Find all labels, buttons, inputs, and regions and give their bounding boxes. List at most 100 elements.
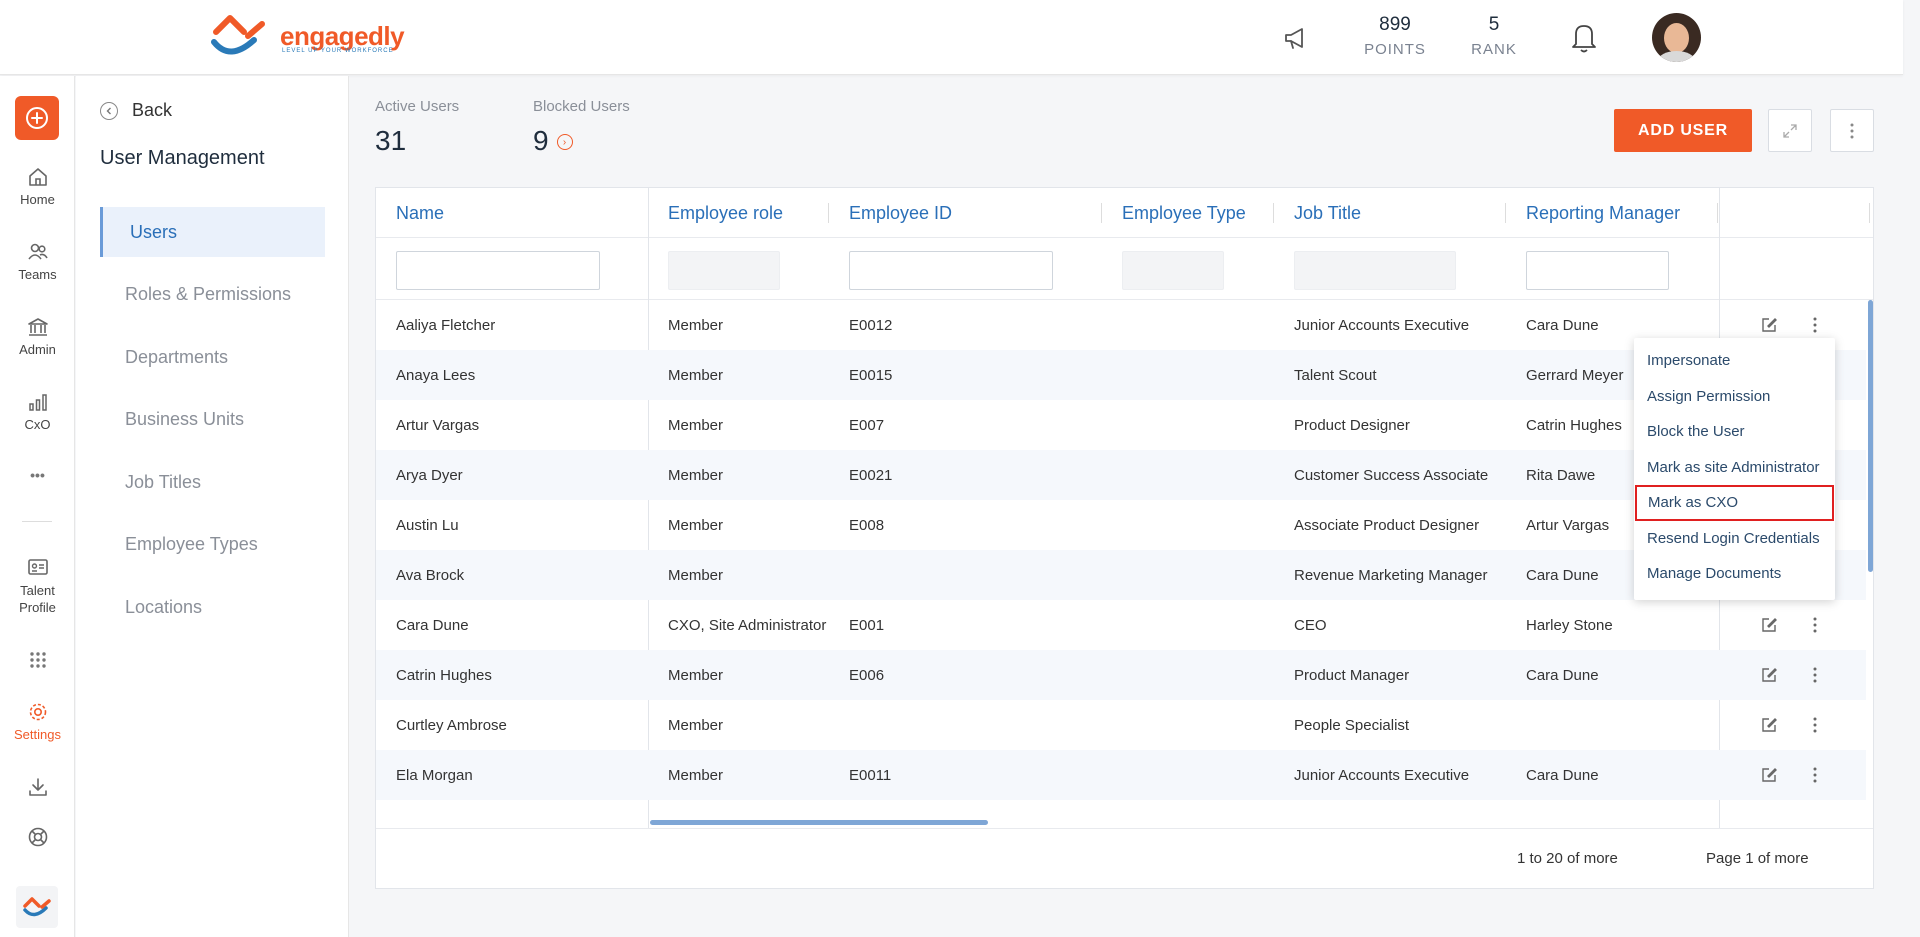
megaphone-icon[interactable] <box>1282 24 1310 52</box>
rail-brand-logo[interactable] <box>16 886 58 928</box>
kebab-icon[interactable] <box>1812 715 1818 735</box>
active-users-stat[interactable]: Active Users 31 <box>375 98 459 157</box>
cell-title: CEO <box>1294 616 1327 634</box>
menu-item-assign-permission[interactable]: Assign Permission <box>1634 379 1835 415</box>
rail-item-settings[interactable]: Settings <box>0 701 75 742</box>
rail-item-admin[interactable]: Admin <box>0 316 75 357</box>
back-link[interactable]: Back <box>100 100 172 121</box>
rail-item-home[interactable]: Home <box>0 166 75 207</box>
sidebar-title: User Management <box>100 147 265 169</box>
admin-icon <box>27 318 48 336</box>
more-options-button[interactable] <box>1830 109 1874 152</box>
rail-item-teams[interactable]: Teams <box>0 241 75 282</box>
back-label: Back <box>132 100 173 120</box>
expand-icon <box>1783 123 1797 138</box>
cell-title: Junior Accounts Executive <box>1294 316 1470 334</box>
column-header-reporting-manager[interactable]: Reporting Manager <box>1506 188 1680 238</box>
rail-item-apps[interactable] <box>0 651 75 673</box>
table-row[interactable]: Ela Morgan Member E0011 Junior Accounts … <box>376 750 1866 800</box>
rail-label-settings: Settings <box>14 727 61 742</box>
rail-item-download[interactable] <box>0 776 75 802</box>
rail-item-cxo[interactable]: CxO <box>0 391 75 432</box>
horizontal-scrollbar[interactable] <box>650 820 988 825</box>
cell-manager: Harley Stone <box>1526 616 1613 634</box>
active-users-label: Active Users <box>375 98 460 115</box>
column-separator[interactable] <box>1101 203 1102 223</box>
home-icon <box>28 168 47 186</box>
cell-id: E008 <box>849 516 885 534</box>
expand-button[interactable] <box>1768 109 1812 152</box>
side-nav-job-titles[interactable]: Job Titles <box>100 457 325 507</box>
gear-icon <box>29 703 46 721</box>
column-header-job-title[interactable]: Job Title <box>1274 188 1361 238</box>
user-avatar[interactable] <box>1652 13 1701 62</box>
cell-name: Ela Morgan <box>396 766 473 784</box>
menu-item-block-user[interactable]: Block the User <box>1634 414 1835 450</box>
menu-item-mark-site-admin[interactable]: Mark as site Administrator <box>1634 450 1835 486</box>
rail-item-talent-profile[interactable]: Talent Profile <box>0 556 75 616</box>
cell-title: Customer Success Associate <box>1294 466 1489 484</box>
row-actions-menu: Impersonate Assign Permission Block the … <box>1634 338 1835 600</box>
vertical-scrollbar[interactable] <box>1868 300 1873 572</box>
engagedly-logo[interactable]: engagedly LEVEL UP YOUR WORKFORCE <box>210 14 405 58</box>
column-header-employee-type[interactable]: Employee Type <box>1102 188 1246 238</box>
employee-id-filter-input[interactable] <box>849 251 1053 290</box>
menu-item-mark-cxo[interactable]: Mark as CXO <box>1635 485 1834 521</box>
column-separator[interactable] <box>1505 203 1506 223</box>
cell-name: Artur Vargas <box>396 416 480 434</box>
table-row[interactable]: Catrin Hughes Member E006 Product Manage… <box>376 650 1866 700</box>
column-header-employee-role[interactable]: Employee role <box>648 188 783 238</box>
menu-item-resend-credentials[interactable]: Resend Login Credentials <box>1634 521 1835 557</box>
create-button[interactable] <box>15 96 59 140</box>
column-header-name[interactable]: Name <box>376 188 444 238</box>
table-row-partial[interactable] <box>376 800 1866 828</box>
cell-role: Member <box>668 366 724 384</box>
cell-name: Ava Brock <box>396 566 465 584</box>
column-separator[interactable] <box>828 203 829 223</box>
cell-role: CXO, Site Administrator <box>668 616 827 634</box>
column-header-employee-id[interactable]: Employee ID <box>829 188 952 238</box>
edit-icon[interactable] <box>1760 766 1778 784</box>
table-row[interactable]: Cara Dune CXO, Site Administrator E001 C… <box>376 600 1866 650</box>
kebab-icon[interactable] <box>1812 615 1818 635</box>
rail-item-more[interactable]: ••• <box>0 467 75 483</box>
cell-role: Member <box>668 416 724 434</box>
side-nav-departments[interactable]: Departments <box>100 332 325 382</box>
edit-icon[interactable] <box>1760 716 1778 734</box>
menu-item-manage-documents[interactable]: Manage Documents <box>1634 556 1835 592</box>
manager-filter-input[interactable] <box>1526 251 1669 290</box>
rail-label-talent-profile: Talent Profile <box>19 583 56 615</box>
side-nav-users[interactable]: Users <box>100 207 325 257</box>
blocked-users-stat[interactable]: Blocked Users 9 › <box>533 98 630 157</box>
edit-icon[interactable] <box>1760 316 1778 334</box>
plus-circle-icon <box>26 107 48 129</box>
job-title-filter-disabled <box>1294 251 1456 290</box>
points-stat[interactable]: 899 POINTS <box>1355 14 1435 58</box>
rail-item-help[interactable] <box>0 826 75 852</box>
menu-item-impersonate[interactable]: Impersonate <box>1634 343 1835 379</box>
name-filter-input[interactable] <box>396 251 600 290</box>
rail-label-admin: Admin <box>19 342 56 357</box>
points-label: POINTS <box>1364 41 1426 58</box>
side-nav-business-units[interactable]: Business Units <box>100 395 325 445</box>
column-separator[interactable] <box>1869 203 1870 223</box>
logo-tagline: LEVEL UP YOUR WORKFORCE <box>282 48 394 54</box>
bell-icon[interactable] <box>1568 20 1600 54</box>
cell-title: Revenue Marketing Manager <box>1294 566 1488 584</box>
kebab-icon[interactable] <box>1812 765 1818 785</box>
column-separator[interactable] <box>1273 203 1274 223</box>
add-user-button[interactable]: ADD USER <box>1614 109 1752 152</box>
edit-icon[interactable] <box>1760 666 1778 684</box>
kebab-icon[interactable] <box>1812 665 1818 685</box>
top-header: engagedly LEVEL UP YOUR WORKFORCE 899 PO… <box>0 0 1903 75</box>
side-nav-employee-types[interactable]: Employee Types <box>100 520 325 570</box>
side-nav-roles-permissions[interactable]: Roles & Permissions <box>100 270 325 320</box>
rank-stat[interactable]: 5 RANK <box>1462 14 1526 58</box>
edit-icon[interactable] <box>1760 616 1778 634</box>
logo-wordmark: engagedly <box>280 20 405 51</box>
kebab-icon[interactable] <box>1812 315 1818 335</box>
side-nav-locations[interactable]: Locations <box>100 582 325 632</box>
table-row[interactable]: Curtley Ambrose Member People Specialist <box>376 700 1866 750</box>
column-separator[interactable] <box>1717 203 1718 223</box>
chevron-right-circle-icon[interactable]: › <box>556 134 573 150</box>
